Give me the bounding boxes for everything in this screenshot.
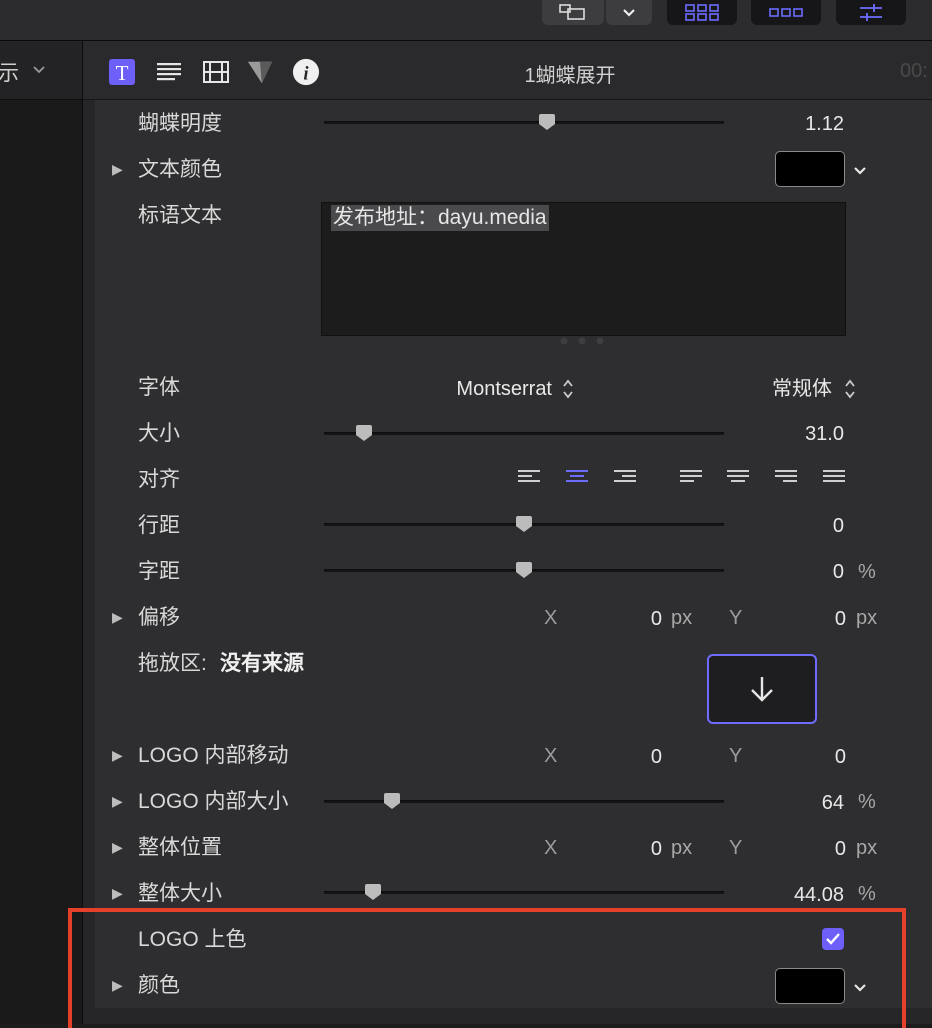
font-style-popup[interactable]: 常规体 xyxy=(740,376,832,402)
size-value[interactable]: 31.0 xyxy=(744,421,844,447)
disclosure-triangle-icon[interactable]: ▶ xyxy=(112,742,123,768)
line-spacing-label: 行距 xyxy=(138,514,180,537)
chevron-down-icon[interactable] xyxy=(852,165,868,177)
disclosure-triangle-icon[interactable]: ▶ xyxy=(112,156,123,182)
font-family-popup[interactable]: Montserrat xyxy=(420,376,552,402)
sidebar-header-label: 示 xyxy=(0,62,19,85)
align-label: 对齐 xyxy=(138,468,180,491)
chevron-down-icon xyxy=(623,8,635,17)
align-right-icon[interactable] xyxy=(614,470,636,488)
highlight-box xyxy=(68,908,906,1028)
slogan-text-label: 标语文本 xyxy=(138,204,222,227)
timeline-icon xyxy=(769,7,803,17)
overall-size-label: 整体大小 xyxy=(138,882,222,905)
resize-handle-icon[interactable] xyxy=(558,336,608,346)
display-menu-button[interactable] xyxy=(606,0,652,25)
timeline-toggle-button[interactable] xyxy=(751,0,821,25)
justify-left-icon[interactable] xyxy=(680,470,702,488)
position-x-unit: px xyxy=(671,837,693,859)
offset-x-value[interactable]: 0 xyxy=(600,606,662,632)
inspector-toggle-button[interactable] xyxy=(836,0,906,25)
arrow-down-icon xyxy=(751,677,773,702)
logo-size-value[interactable]: 64 xyxy=(744,790,844,816)
info-icon: i xyxy=(292,58,320,86)
tab-video[interactable] xyxy=(202,58,230,86)
film-icon xyxy=(203,61,229,83)
position-y-value[interactable]: 0 xyxy=(784,836,846,862)
font-label: 字体 xyxy=(138,376,180,399)
timecode: 00: xyxy=(900,60,928,82)
updown-arrows-icon[interactable] xyxy=(561,378,575,400)
disclosure-triangle-icon[interactable]: ▶ xyxy=(112,604,123,630)
sidebar xyxy=(0,41,83,1024)
shape-icon xyxy=(247,61,273,84)
justify-full-icon[interactable] xyxy=(823,470,845,488)
offset-y-value[interactable]: 0 xyxy=(784,606,846,632)
logo-move-y-label: Y xyxy=(729,745,743,767)
size-label: 大小 xyxy=(138,422,180,445)
logo-move-y-value[interactable]: 0 xyxy=(784,744,846,770)
tab-paragraph[interactable] xyxy=(155,58,183,86)
window-layout-icon xyxy=(559,3,585,20)
logo-move-x-label: X xyxy=(544,745,558,767)
butterfly-brightness-value[interactable]: 1.12 xyxy=(744,111,844,137)
slogan-text-field[interactable]: 发布地址：dayu.media xyxy=(321,202,846,336)
sidebar-header[interactable]: 示 xyxy=(0,41,82,100)
svg-text:T: T xyxy=(116,61,129,85)
text-color-label: 文本颜色 xyxy=(138,158,222,181)
disclosure-triangle-icon[interactable]: ▶ xyxy=(112,880,123,906)
offset-y-label: Y xyxy=(729,607,743,629)
drop-zone-source: 没有来源 xyxy=(220,652,304,675)
top-toolbar xyxy=(0,0,932,41)
svg-text:i: i xyxy=(303,63,309,84)
size-slider[interactable] xyxy=(324,432,724,435)
logo-move-x-value[interactable]: 0 xyxy=(600,744,662,770)
align-center-icon[interactable] xyxy=(566,470,588,488)
clip-title: 1蝴蝶展开 xyxy=(524,65,616,87)
overall-size-slider[interactable] xyxy=(324,891,724,894)
offset-x-unit: px xyxy=(671,607,693,629)
tracking-unit: % xyxy=(858,561,876,583)
overall-size-value[interactable]: 44.08 xyxy=(744,882,844,908)
position-x-value[interactable]: 0 xyxy=(600,836,662,862)
logo-size-unit: % xyxy=(858,791,876,813)
tab-text[interactable]: T xyxy=(108,58,136,86)
line-spacing-value[interactable]: 0 xyxy=(744,513,844,539)
text-tab-icon: T xyxy=(109,59,135,85)
position-x-label: X xyxy=(544,837,558,859)
butterfly-brightness-label: 蝴蝶明度 xyxy=(138,112,222,135)
sliders-icon xyxy=(860,3,882,21)
paragraph-icon xyxy=(157,63,181,81)
justify-center-icon[interactable] xyxy=(727,470,749,488)
butterfly-brightness-slider[interactable] xyxy=(324,121,724,124)
position-y-label: Y xyxy=(729,837,743,859)
justify-right-icon[interactable] xyxy=(775,470,797,488)
offset-label: 偏移 xyxy=(138,606,180,629)
offset-y-unit: px xyxy=(856,607,878,629)
tab-shape[interactable] xyxy=(246,58,274,86)
logo-move-label: LOGO 内部移动 xyxy=(138,744,289,767)
chevron-down-icon xyxy=(33,66,45,74)
offset-x-label: X xyxy=(544,607,558,629)
slogan-text-value: 发布地址：dayu.media xyxy=(331,205,549,231)
overall-size-unit: % xyxy=(858,883,876,905)
logo-size-label: LOGO 内部大小 xyxy=(138,790,289,813)
drop-zone-well[interactable] xyxy=(707,654,817,724)
grid-icon xyxy=(685,3,719,21)
browser-toggle-button[interactable] xyxy=(667,0,737,25)
display-options-button[interactable] xyxy=(542,0,604,25)
tracking-value[interactable]: 0 xyxy=(744,559,844,585)
disclosure-triangle-icon[interactable]: ▶ xyxy=(112,834,123,860)
disclosure-triangle-icon[interactable]: ▶ xyxy=(112,788,123,814)
tab-info[interactable]: i xyxy=(292,58,320,86)
position-y-unit: px xyxy=(856,837,878,859)
position-label: 整体位置 xyxy=(138,836,222,859)
align-left-icon[interactable] xyxy=(518,470,540,488)
updown-arrows-icon[interactable] xyxy=(843,378,857,400)
tracking-label: 字距 xyxy=(138,560,180,583)
text-color-swatch[interactable] xyxy=(775,151,845,187)
drop-zone-label: 拖放区: xyxy=(138,652,207,675)
